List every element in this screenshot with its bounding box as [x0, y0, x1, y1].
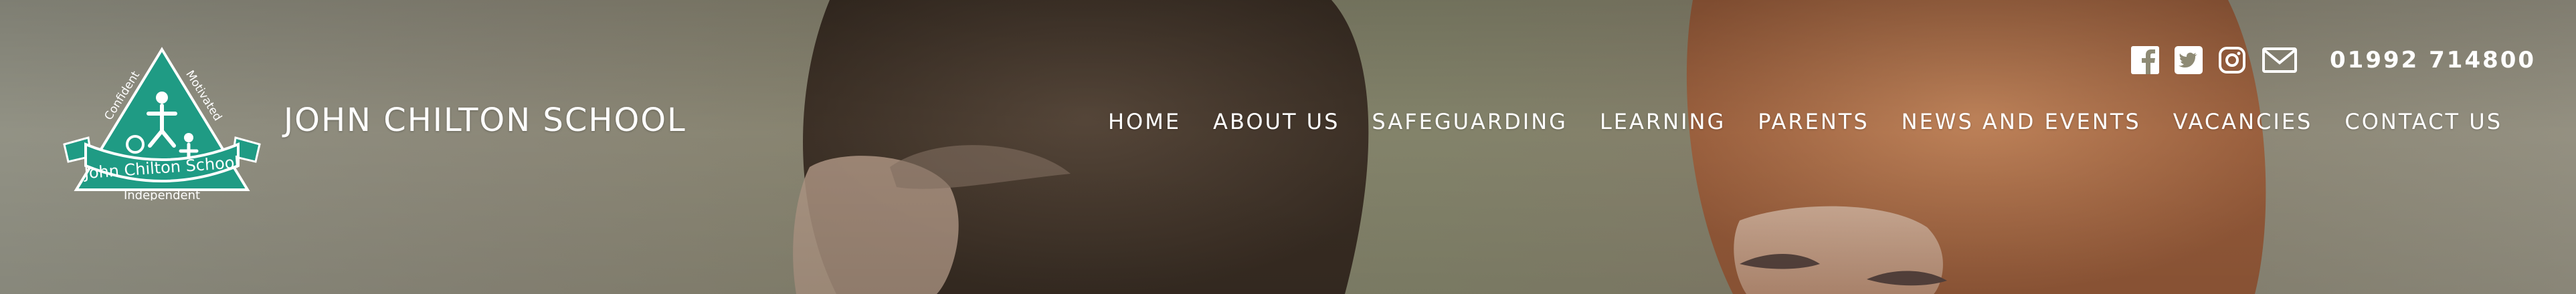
instagram-icon[interactable] — [2218, 45, 2246, 75]
email-icon[interactable] — [2262, 45, 2298, 75]
logo-word-independent: Independent — [124, 188, 200, 200]
nav-contact-us[interactable]: CONTACT US — [2344, 109, 2502, 134]
nav-vacancies[interactable]: VACANCIES — [2173, 109, 2313, 134]
school-name[interactable]: JOHN CHILTON SCHOOL — [284, 102, 686, 139]
nav-safeguarding[interactable]: SAFEGUARDING — [1372, 109, 1568, 134]
phone-number[interactable]: 01992 714800 — [2330, 47, 2536, 74]
nav-home[interactable]: HOME — [1108, 109, 1181, 134]
nav-parents[interactable]: PARENTS — [1758, 109, 1869, 134]
main-nav: HOME ABOUT US SAFEGUARDING LEARNING PARE… — [1108, 109, 2502, 134]
nav-learning[interactable]: LEARNING — [1600, 109, 1726, 134]
school-logo[interactable]: John Chilton School Confident Motivated … — [62, 44, 262, 202]
facebook-icon[interactable] — [2131, 45, 2159, 75]
site-header: John Chilton School Confident Motivated … — [0, 0, 2576, 294]
logo-crest: John Chilton School Confident Motivated … — [63, 47, 261, 202]
social-links — [2131, 45, 2313, 75]
nav-about-us[interactable]: ABOUT US — [1213, 109, 1340, 134]
twitter-icon[interactable] — [2175, 45, 2203, 75]
nav-news-and-events[interactable]: NEWS AND EVENTS — [1902, 109, 2141, 134]
